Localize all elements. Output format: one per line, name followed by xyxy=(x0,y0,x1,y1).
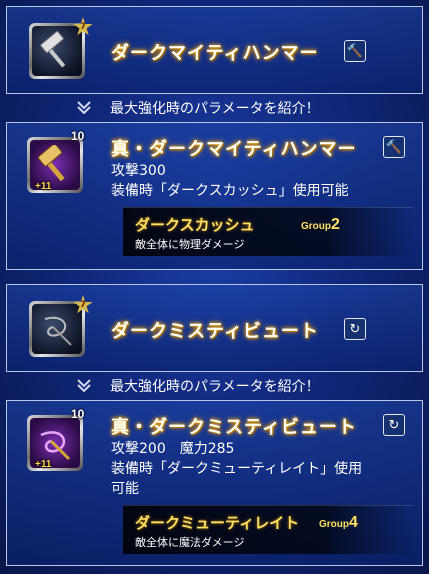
whip-weapon-icon xyxy=(32,304,82,354)
weapon-panel-base-2: 7 ダークミスティビュート ↻ xyxy=(6,284,423,372)
weapon-stats: 攻撃200 魔力285 xyxy=(111,441,235,457)
weapon-panel-max-2: 10 +11 真・ダークミスティビュート ↻ 攻撃200 魔力285 装備時「ダ… xyxy=(6,400,423,566)
level-badge: 10 xyxy=(71,129,85,143)
ability-group: Group4 xyxy=(319,514,358,532)
weapon-max-name: 真・ダークマイティハンマー xyxy=(111,139,357,160)
weapon-panel-base-1: 7 ダークマイティハンマー 🔨 xyxy=(6,6,423,94)
weapon-name: ダークマイティハンマー xyxy=(111,43,319,64)
weapon-effect: 装備時「ダークスカッシュ」使用可能 xyxy=(111,183,349,199)
hammer-icon: 🔨 xyxy=(344,40,366,62)
plus-badge: +11 xyxy=(35,459,52,470)
weapon-panel-max-1: 10 +11 真・ダークマイティハンマー 🔨 攻撃300 装備時「ダークスカッシ… xyxy=(6,122,423,270)
ability-group-number: 4 xyxy=(349,514,358,531)
ability-box: ダークスカッシュ Group2 敵全体に物理ダメージ xyxy=(123,207,413,256)
weapon-icon-frame[interactable]: 7 xyxy=(29,17,93,79)
reinforce-note: 最大強化時のパラメータを紹介！ xyxy=(110,101,320,117)
whip-icon: ↻ xyxy=(383,414,405,436)
hammer-weapon-icon xyxy=(32,26,82,76)
ability-group: Group2 xyxy=(301,216,340,234)
weapon-max-name: 真・ダークミスティビュート xyxy=(111,417,357,438)
chevron-down-icon xyxy=(77,379,91,392)
weapon-icon-frame[interactable]: 7 xyxy=(29,295,93,357)
weapon-name: ダークミスティビュート xyxy=(111,321,319,342)
ability-group-label: Group xyxy=(319,519,349,530)
ability-name: ダークミューティレイト xyxy=(135,514,300,532)
plus-badge: +11 xyxy=(35,181,52,192)
hammer-icon: 🔨 xyxy=(383,136,405,158)
ability-name: ダークスカッシュ xyxy=(135,216,255,234)
ability-group-label: Group xyxy=(301,221,331,232)
level-badge: 10 xyxy=(71,407,85,421)
ability-group-number: 2 xyxy=(331,216,340,233)
weapon-icon-frame[interactable]: 10 +11 xyxy=(27,129,84,193)
reinforce-note: 最大強化時のパラメータを紹介！ xyxy=(110,379,320,395)
whip-icon: ↻ xyxy=(344,318,366,340)
ability-desc: 敵全体に魔法ダメージ xyxy=(135,536,245,549)
weapon-stats: 攻撃300 xyxy=(111,163,166,179)
weapon-icon-frame[interactable]: 10 +11 xyxy=(27,407,84,471)
ability-desc: 敵全体に物理ダメージ xyxy=(135,238,245,251)
weapon-effect-line2: 可能 xyxy=(111,481,139,497)
weapon-effect-line1: 装備時「ダークミューティレイト」使用 xyxy=(111,461,363,477)
chevron-down-icon xyxy=(77,101,91,114)
ability-box: ダークミューティレイト Group4 敵全体に魔法ダメージ xyxy=(123,505,413,554)
